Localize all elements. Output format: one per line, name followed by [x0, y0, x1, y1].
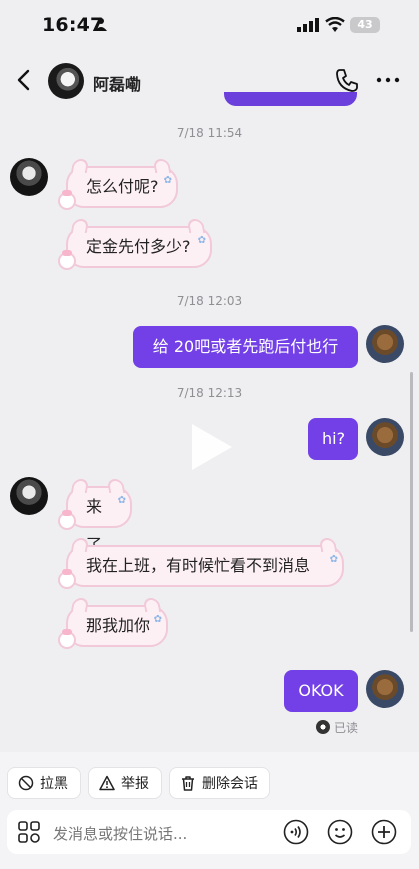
contact-avatar[interactable] — [48, 63, 84, 99]
sent-message[interactable]: hi? — [308, 418, 358, 460]
emoji-icon[interactable] — [327, 819, 353, 845]
back-button[interactable] — [12, 66, 36, 94]
more-icon[interactable] — [376, 76, 400, 84]
trash-icon — [182, 776, 194, 791]
message-text: 那我加你 — [86, 616, 151, 635]
my-avatar[interactable] — [366, 418, 404, 456]
delete-chat-label: 删除会话 — [202, 776, 258, 792]
report-label: 举报 — [121, 776, 149, 792]
block-button[interactable]: 拉黑 — [7, 767, 81, 799]
received-message[interactable]: ✿ 定金先付多少? — [58, 219, 212, 270]
voice-icon[interactable] — [283, 819, 309, 845]
apps-grid-icon[interactable] — [17, 820, 41, 844]
timestamp: 7/18 11:54 — [176, 126, 243, 140]
status-bar: 16:47 43 — [0, 0, 419, 50]
signal-icon — [297, 18, 319, 32]
sent-message[interactable]: 给 20吧或者先跑后付也行 — [133, 326, 358, 368]
wifi-icon — [325, 17, 345, 32]
report-button[interactable]: 举报 — [88, 767, 162, 799]
previous-message-bubble — [224, 92, 357, 106]
contact-avatar[interactable] — [10, 158, 48, 196]
timestamp: 7/18 12:03 — [176, 294, 243, 308]
sent-message[interactable]: OKOK — [284, 670, 358, 712]
read-label: 已读 — [334, 720, 359, 735]
block-label: 拉黑 — [40, 776, 68, 792]
contact-avatar[interactable] — [10, 477, 48, 515]
message-text: 给 20吧或者先跑后付也行 — [152, 337, 339, 356]
message-text: OKOK — [298, 681, 344, 700]
timestamp: 7/18 12:13 — [176, 386, 243, 400]
received-message[interactable]: ✿ 来了 — [58, 479, 132, 554]
plus-icon[interactable] — [371, 819, 397, 845]
received-message[interactable]: ✿ 那我加你 — [58, 598, 168, 649]
phone-icon[interactable] — [334, 67, 360, 93]
person-icon — [95, 18, 107, 31]
block-icon — [18, 775, 34, 791]
scrollbar[interactable] — [410, 372, 413, 632]
message-text: 怎么付呢? — [86, 177, 159, 196]
contact-name[interactable]: 阿磊嘞 — [93, 71, 141, 95]
message-text: 我在上班，有时候忙看不到消息 — [86, 556, 311, 575]
read-status: 已读 — [316, 718, 358, 736]
message-text: hi? — [322, 429, 346, 448]
received-message[interactable]: ✿ 我在上班，有时候忙看不到消息 — [58, 538, 344, 589]
read-avatar-icon — [316, 720, 330, 734]
battery-indicator: 43 — [350, 17, 380, 33]
chat-header: 阿磊嘞 — [0, 52, 419, 108]
message-input[interactable]: 发消息或按住说话... — [53, 823, 187, 844]
delete-chat-button[interactable]: 删除会话 — [169, 767, 270, 799]
play-icon[interactable] — [188, 422, 236, 472]
message-input-bar[interactable]: 发消息或按住说话... — [7, 810, 411, 854]
my-avatar[interactable] — [366, 325, 404, 363]
my-avatar[interactable] — [366, 670, 404, 708]
received-message[interactable]: ✿ 怎么付呢? — [58, 159, 178, 210]
warning-icon — [99, 775, 115, 791]
message-text: 定金先付多少? — [86, 237, 191, 256]
